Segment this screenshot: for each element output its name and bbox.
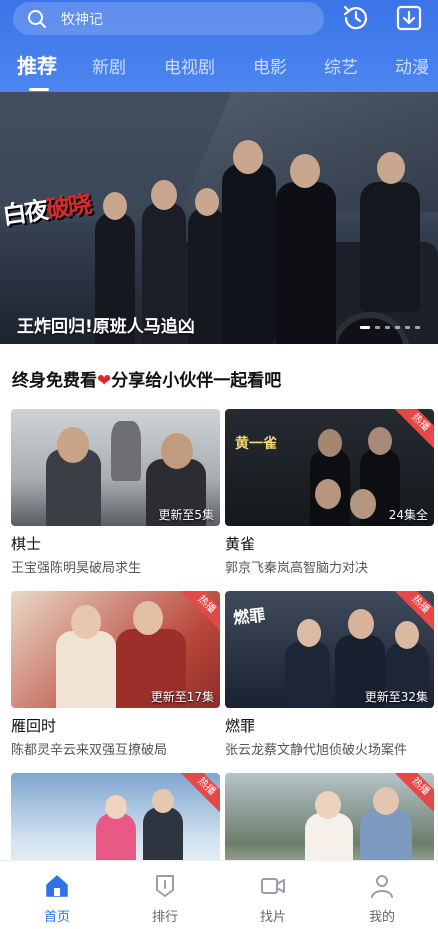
banner-head <box>151 180 177 210</box>
section-title-post: 分享给小伙伴一起看吧 <box>111 371 282 391</box>
hot-badge: 热播 <box>393 409 434 450</box>
home-icon <box>46 875 68 897</box>
drama-desc: 王宝强陈明昊破局求生 <box>11 561 142 576</box>
drama-desc: 张云龙蔡文静代旭侦破火场案件 <box>225 743 408 758</box>
show-logo-white: 白夜 <box>0 195 49 230</box>
carousel-dot[interactable] <box>375 326 380 329</box>
category-tabs: 推荐 新剧 电视剧 电影 综艺 动漫 <box>0 50 438 91</box>
poster-face <box>348 609 374 639</box>
carousel-dot[interactable] <box>405 326 410 329</box>
nav-rank-label: 排行 <box>151 910 178 925</box>
poster-face <box>315 791 341 819</box>
drama-card[interactable]: 燃罪 热播 更新至32集 燃罪 张云龙蔡文静代旭侦破火场案件 <box>225 591 434 758</box>
section-title-pre: 终身免费看 <box>12 371 97 391</box>
poster-face <box>105 795 127 819</box>
drama-poster[interactable]: 更新至5集 <box>11 409 220 526</box>
video-icon <box>261 878 285 894</box>
drama-poster[interactable]: 黄一雀 热播 24集全 <box>225 409 434 526</box>
download-icon[interactable] <box>393 2 425 34</box>
profile-icon <box>371 875 393 898</box>
poster-face <box>71 605 101 639</box>
banner-head <box>290 154 320 188</box>
banner-person <box>222 164 276 344</box>
drama-poster[interactable]: 热播 更新至17集 <box>11 591 220 708</box>
hero-banner[interactable]: 白夜破晓 王炸回归!原班人马追凶 <box>0 92 438 344</box>
nav-profile[interactable]: 我的 <box>347 873 417 925</box>
poster-title: 黄一雀 <box>235 436 277 452</box>
heart-icon: ❤ <box>97 371 112 391</box>
poster-face <box>318 429 342 457</box>
poster-face <box>57 427 89 463</box>
poster-face <box>395 621 419 649</box>
hot-badge: 热播 <box>179 591 220 632</box>
tab-recommend[interactable]: 推荐 <box>17 50 57 79</box>
episode-label: 更新至17集 <box>150 690 214 704</box>
rank-icon <box>156 875 174 897</box>
drama-card[interactable]: 热播 更新至17集 雁回时 陈都灵辛云来双强互撩破局 <box>11 591 220 758</box>
poster-face <box>315 479 341 509</box>
drama-desc: 郭京飞秦岚高智脑力对决 <box>225 561 369 576</box>
banner-caption: 王炸回归!原班人马追凶 <box>17 317 195 337</box>
carousel-dot[interactable] <box>415 326 420 329</box>
poster-figure <box>56 631 116 708</box>
nav-home-label: 首页 <box>43 910 70 925</box>
search-placeholder: 牧神记 <box>61 11 103 28</box>
show-logo-red: 破晓 <box>44 188 92 224</box>
banner-person <box>360 182 420 312</box>
drama-desc: 陈都灵辛云来双强互撩破局 <box>11 743 168 758</box>
tab-tv[interactable]: 电视剧 <box>164 53 215 78</box>
carousel-dot[interactable] <box>395 326 400 329</box>
nav-home[interactable]: 首页 <box>22 873 92 925</box>
drama-poster[interactable]: 燃罪 热播 更新至32集 <box>225 591 434 708</box>
history-icon[interactable] <box>340 2 372 34</box>
carousel-dot[interactable] <box>385 326 390 329</box>
drama-card[interactable]: 更新至5集 棋士 王宝强陈明昊破局求生 <box>11 409 220 576</box>
poster-face <box>152 789 174 813</box>
bottom-nav: 首页 排行 找片 我的 <box>0 860 438 929</box>
search-icon <box>28 9 46 28</box>
poster-face <box>161 433 193 469</box>
banner-person <box>276 182 336 344</box>
banner-head <box>233 140 263 174</box>
poster-face <box>350 489 376 519</box>
drama-card[interactable]: 黄一雀 热播 24集全 黄雀 郭京飞秦岚高智脑力对决 <box>225 409 434 576</box>
episode-label: 更新至32集 <box>364 690 428 704</box>
wolf-figure <box>111 421 141 481</box>
episode-label: 更新至5集 <box>158 508 214 522</box>
drama-title: 燃罪 <box>225 717 256 735</box>
tab-new[interactable]: 新剧 <box>92 53 126 78</box>
drama-title: 雁回时 <box>11 717 57 735</box>
nav-find[interactable]: 找片 <box>238 873 308 925</box>
drama-title: 黄雀 <box>225 535 256 553</box>
banner-head <box>195 188 219 216</box>
hot-badge: 热播 <box>179 773 220 814</box>
nav-find-label: 找片 <box>259 910 286 925</box>
poster-face <box>373 787 399 815</box>
section-title: 终身免费看❤分享给小伙伴一起看吧 <box>12 366 281 391</box>
carousel-dot[interactable] <box>360 326 370 329</box>
hot-badge: 热播 <box>393 773 434 814</box>
tab-anime[interactable]: 动漫 <box>395 53 429 78</box>
search-bar[interactable]: 牧神记 <box>13 2 324 35</box>
tab-movie[interactable]: 电影 <box>253 53 287 78</box>
drama-title: 棋士 <box>11 535 42 553</box>
poster-face <box>368 427 392 455</box>
poster-face <box>297 619 321 647</box>
poster-face <box>133 601 163 635</box>
tab-active-indicator <box>29 88 49 91</box>
banner-head <box>103 192 127 220</box>
nav-profile-label: 我的 <box>368 910 395 925</box>
carousel-dots <box>360 326 420 329</box>
poster-title: 燃罪 <box>232 605 267 628</box>
episode-label: 24集全 <box>388 508 428 522</box>
banner-head <box>377 152 405 184</box>
poster-figure <box>285 641 330 708</box>
nav-rank[interactable]: 排行 <box>130 873 200 925</box>
tab-variety[interactable]: 综艺 <box>324 53 358 78</box>
top-header: 牧神记 推荐 新剧 电视剧 电影 综艺 动漫 <box>0 0 438 92</box>
